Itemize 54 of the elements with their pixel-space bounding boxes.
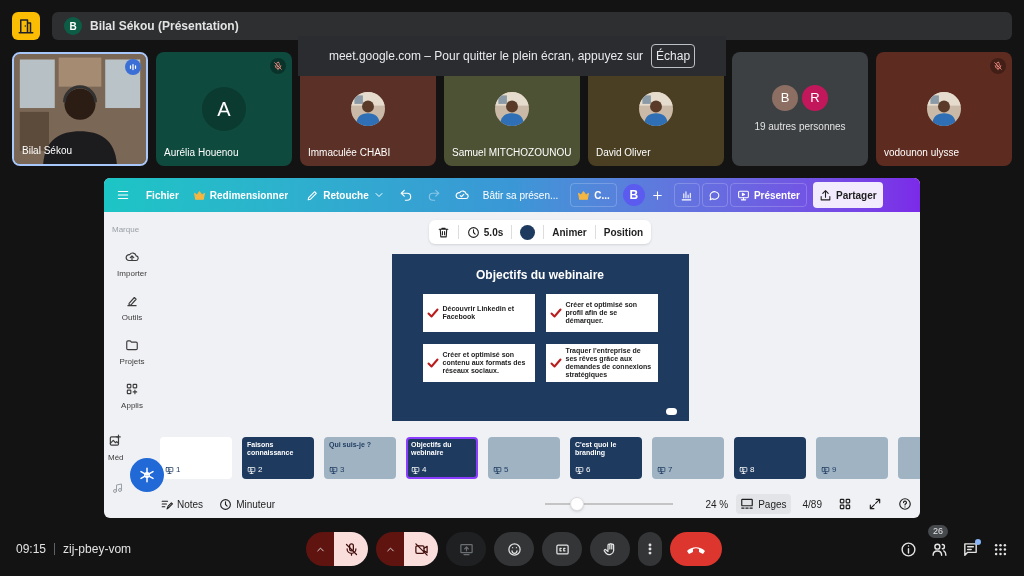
slide-number: 7 xyxy=(668,464,673,476)
participant-name: David Oliver xyxy=(596,146,651,160)
participant-badge: 26 xyxy=(928,524,948,538)
meeting-time: 09:15 xyxy=(16,541,47,558)
participant-name: Aurélia Houenou xyxy=(164,146,239,160)
duration-button[interactable]: 5.0s xyxy=(466,224,504,240)
avatar: B xyxy=(772,84,798,111)
sidebar-item[interactable]: Applis xyxy=(121,382,143,412)
slide-thumbnail[interactable]: 7 xyxy=(652,437,724,479)
slide-number: 8 xyxy=(750,464,755,476)
slide-number: 1 xyxy=(176,464,181,476)
presenter-name: Bilal Sékou (Présentation) xyxy=(90,18,239,35)
participant-tile[interactable]: A Aurélia Houenou xyxy=(156,52,292,166)
participant-count: 19 autres personnes xyxy=(754,119,846,134)
participant-tile[interactable]: Bilal Sékou xyxy=(12,52,148,166)
team-button[interactable]: C... xyxy=(570,183,617,207)
participant-tile[interactable]: vodounon ulysse xyxy=(876,52,1012,166)
participant-name: Bilal Sékou xyxy=(22,144,73,158)
sidebar-item[interactable]: Outils xyxy=(121,294,143,324)
slide-number: 9 xyxy=(832,464,837,476)
slide-number: 4 xyxy=(422,464,427,476)
notes-button[interactable]: Notes xyxy=(160,496,204,512)
avatar: A xyxy=(202,87,246,131)
sidebar-item[interactable]: Importer xyxy=(117,250,147,280)
slide-number: 5 xyxy=(504,464,509,476)
key-hint: Échap xyxy=(651,44,696,68)
presenter-bar[interactable]: B Bilal Sékou (Présentation) xyxy=(52,12,1012,40)
zoom-level: 24 % xyxy=(705,497,729,512)
timer-button[interactable]: Minuteur xyxy=(219,496,276,512)
sidebar-heading: Marque xyxy=(112,224,140,236)
meeting-code: zij-pbey-vom xyxy=(63,541,132,558)
participant-name: Immaculée CHABI xyxy=(308,146,391,160)
participant-name: vodounon ulysse xyxy=(884,146,960,160)
share-button[interactable]: Partager xyxy=(813,182,883,208)
slide-number: 6 xyxy=(586,464,591,476)
sidebar-item[interactable]: Projets xyxy=(119,338,145,368)
slide-thumbnail[interactable]: 8 xyxy=(734,437,806,479)
page-count: 4/89 xyxy=(802,497,822,512)
avatar: R xyxy=(802,84,828,111)
avatar: B xyxy=(64,17,82,35)
slide-number: 3 xyxy=(340,464,345,476)
participant-tile[interactable]: B R 19 autres personnes xyxy=(732,52,868,166)
position-button[interactable]: Position xyxy=(603,224,644,240)
pages-button[interactable]: Pages xyxy=(736,494,791,514)
avatar: B xyxy=(622,184,645,206)
slide-number: 2 xyxy=(258,464,263,476)
slide-thumbnail[interactable]: 1 xyxy=(160,437,232,479)
participant-name: Samuel MITCHOZOUNOU xyxy=(452,146,572,160)
sidebar-item[interactable]: Méd xyxy=(108,434,124,464)
slide-thumbnail[interactable]: 5 xyxy=(488,437,560,479)
present-button[interactable]: Présenter xyxy=(729,183,807,207)
slide-title: Objectifs du webinaire xyxy=(476,267,604,284)
slide-thumbnail[interactable]: 9 xyxy=(816,437,888,479)
animate-button[interactable]: Animer xyxy=(552,224,587,240)
